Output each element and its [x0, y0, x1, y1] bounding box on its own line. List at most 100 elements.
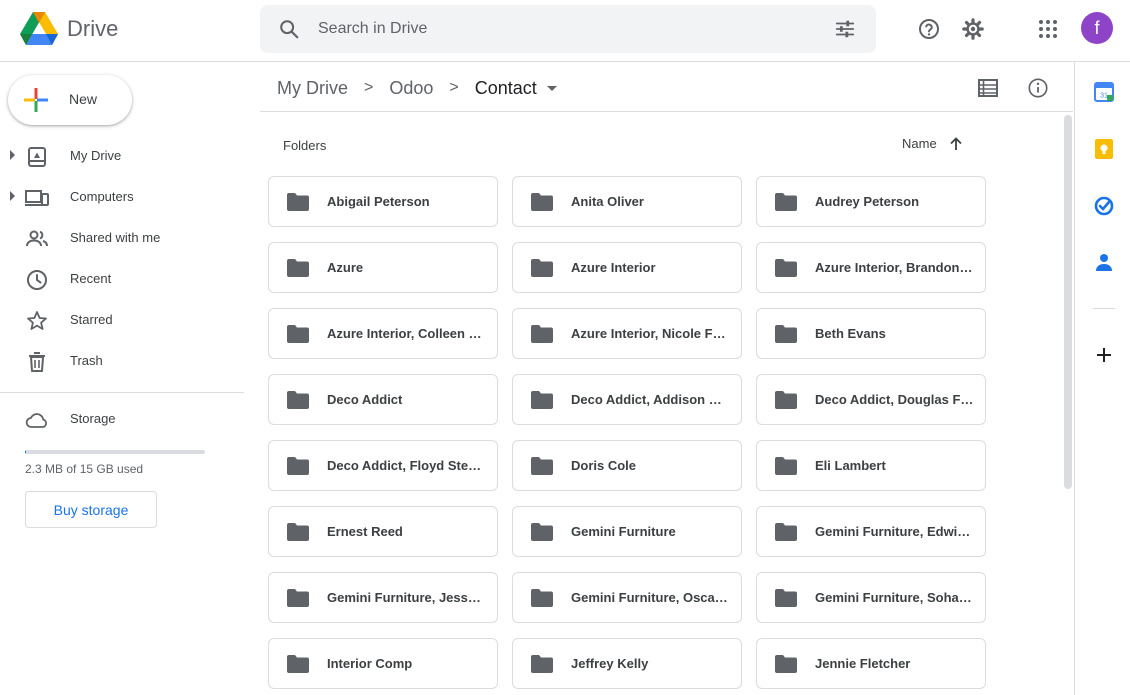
breadcrumb-current[interactable]: Contact	[475, 78, 537, 99]
folder-item[interactable]: Gemini Furniture, Soham Palmer	[756, 572, 986, 623]
drive-app: Drive Search in Drive f New My Drive Com…	[0, 0, 1130, 695]
apps-grid-icon	[1039, 20, 1057, 38]
sidebar-item-label: Computers	[70, 189, 134, 204]
breadcrumb-my-drive[interactable]: My Drive	[277, 78, 348, 99]
avatar[interactable]: f	[1081, 12, 1113, 44]
folder-item[interactable]: Jeffrey Kelly	[512, 638, 742, 689]
folder-item[interactable]: Deco Addict, Floyd Steward	[268, 440, 498, 491]
folder-name: Gemini Furniture, Jesse Brown	[327, 590, 487, 605]
sidebar-item-storage[interactable]: Storage	[0, 399, 244, 439]
sidebar-item-starred[interactable]: Starred	[0, 300, 244, 340]
folder-icon	[287, 523, 309, 541]
side-panel-rail: 31	[1074, 62, 1130, 695]
folder-item[interactable]: Azure Interior, Nicole Ford	[512, 308, 742, 359]
folder-name: Azure Interior, Nicole Ford	[571, 326, 731, 341]
folder-icon	[775, 523, 797, 541]
folder-item[interactable]: Anita Oliver	[512, 176, 742, 227]
folder-item[interactable]: Audrey Peterson	[756, 176, 986, 227]
sidebar-item-computers[interactable]: Computers	[0, 177, 244, 217]
folder-item[interactable]: Azure Interior	[512, 242, 742, 293]
breadcrumb-odoo[interactable]: Odoo	[389, 78, 433, 99]
gear-icon	[962, 18, 984, 40]
apps-button[interactable]	[1033, 14, 1063, 44]
new-button[interactable]: New	[8, 75, 132, 125]
folder-item[interactable]: Azure Interior, Brandon Freeman	[756, 242, 986, 293]
search-icon[interactable]	[278, 18, 300, 40]
tasks-icon	[1094, 196, 1114, 216]
folder-icon	[287, 457, 309, 475]
main-content: My Drive > Odoo > Contact Folders Name A…	[260, 62, 1073, 695]
folder-item[interactable]: Azure	[268, 242, 498, 293]
folder-icon	[287, 589, 309, 607]
folder-name: Doris Cole	[571, 458, 637, 473]
contacts-app-button[interactable]	[1093, 252, 1115, 274]
folder-icon	[775, 259, 797, 277]
chevron-down-icon[interactable]	[546, 85, 557, 91]
folder-icon	[531, 457, 553, 475]
folder-item[interactable]: Abigail Peterson	[268, 176, 498, 227]
folder-icon	[775, 589, 797, 607]
folder-item[interactable]: Deco Addict, Douglas Fletcher	[756, 374, 986, 425]
get-add-ons-button[interactable]	[1093, 344, 1115, 366]
buy-storage-button[interactable]: Buy storage	[25, 491, 157, 528]
folder-icon	[531, 325, 553, 343]
folder-item[interactable]: Deco Addict, Addison Olson	[512, 374, 742, 425]
storage-used-text: 2.3 MB of 15 GB used	[25, 462, 144, 476]
drive-logo-icon[interactable]	[20, 12, 58, 46]
sidebar-item-label: Trash	[70, 353, 103, 368]
scrollbar-thumb[interactable]	[1064, 115, 1072, 489]
contacts-icon	[1096, 254, 1112, 271]
expand-caret-icon[interactable]	[10, 191, 15, 201]
folder-item[interactable]: Beth Evans	[756, 308, 986, 359]
folder-item[interactable]: Interior Comp	[268, 638, 498, 689]
folder-item[interactable]: Doris Cole	[512, 440, 742, 491]
storage-usage-fill	[25, 450, 26, 454]
folder-name: Anita Oliver	[571, 194, 644, 209]
folder-item[interactable]: Deco Addict	[268, 374, 498, 425]
folder-icon	[775, 457, 797, 475]
view-details-button[interactable]	[1024, 74, 1052, 102]
folder-item[interactable]: Azure Interior, Colleen Diaz	[268, 308, 498, 359]
tasks-app-button[interactable]	[1093, 195, 1115, 217]
sidebar-item-my-drive[interactable]: My Drive	[0, 136, 244, 176]
folder-item[interactable]: Gemini Furniture, Oscar Morgan	[512, 572, 742, 623]
folder-icon	[531, 193, 553, 211]
plus-icon	[1097, 348, 1111, 362]
brand-name[interactable]: Drive	[67, 16, 118, 42]
folder-icon	[287, 655, 309, 673]
search-bar[interactable]	[260, 5, 876, 53]
sidebar-item-label: Recent	[70, 271, 112, 286]
list-view-icon	[978, 79, 998, 97]
folder-item[interactable]: Gemini Furniture	[512, 506, 742, 557]
expand-caret-icon[interactable]	[10, 150, 15, 160]
sort-control[interactable]: Name	[902, 136, 963, 151]
folder-item[interactable]: Eli Lambert	[756, 440, 986, 491]
help-button[interactable]	[914, 14, 944, 44]
folder-item[interactable]: Gemini Furniture, Edwin Hansen	[756, 506, 986, 557]
sidebar-item-label: Starred	[70, 312, 113, 327]
search-input[interactable]	[318, 15, 798, 43]
scrollbar[interactable]	[1062, 113, 1073, 695]
settings-button[interactable]	[958, 14, 988, 44]
sidebar-item-trash[interactable]: Trash	[0, 341, 244, 381]
folder-name: Beth Evans	[815, 326, 886, 341]
storage-usage-bar	[25, 450, 205, 454]
folder-icon	[775, 325, 797, 343]
keep-icon	[1095, 139, 1113, 159]
folder-item[interactable]: Jennie Fletcher	[756, 638, 986, 689]
left-sidebar: New My Drive Computers Shared with me Re…	[0, 62, 250, 695]
trash-icon	[29, 352, 45, 372]
folder-name: Gemini Furniture, Edwin Hansen	[815, 524, 975, 539]
search-options-icon[interactable]	[834, 18, 856, 40]
arrow-up-icon[interactable]	[949, 136, 963, 151]
calendar-app-button[interactable]: 31	[1093, 81, 1115, 103]
sidebar-item-recent[interactable]: Recent	[0, 259, 244, 299]
folder-item[interactable]: Ernest Reed	[268, 506, 498, 557]
list-view-button[interactable]	[974, 74, 1002, 102]
folder-name: Azure Interior, Brandon Freeman	[815, 260, 975, 275]
sidebar-item-shared-with-me[interactable]: Shared with me	[0, 218, 244, 258]
keep-app-button[interactable]	[1093, 138, 1115, 160]
sort-label: Name	[902, 136, 937, 151]
folder-name: Deco Addict, Douglas Fletcher	[815, 392, 975, 407]
folder-item[interactable]: Gemini Furniture, Jesse Brown	[268, 572, 498, 623]
